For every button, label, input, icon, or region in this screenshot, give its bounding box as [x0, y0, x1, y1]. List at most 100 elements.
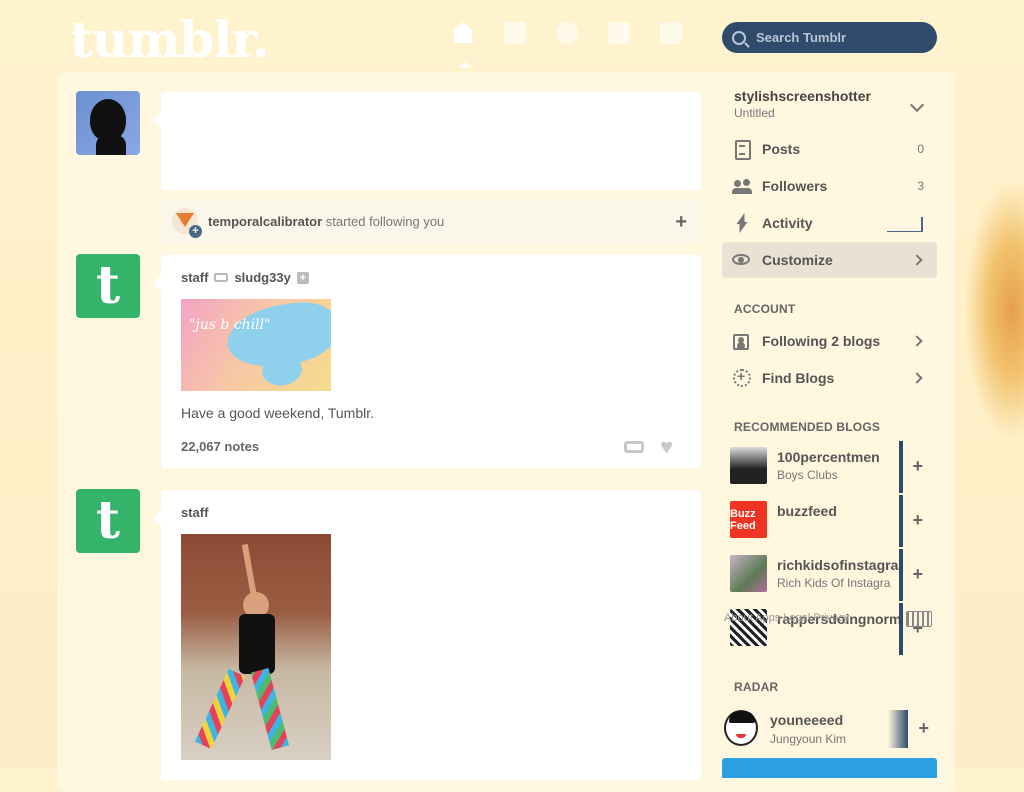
radar-blog-name: youneeeed: [770, 712, 844, 728]
radar-blog-title: Jungyoun Kim: [770, 732, 847, 746]
row-divider: [899, 441, 903, 493]
account-icon[interactable]: [660, 22, 682, 44]
followers-count: 3: [917, 179, 924, 193]
posts-icon: [732, 139, 752, 160]
reblogged-from[interactable]: sludg33y: [234, 270, 290, 285]
lightning-icon: [732, 213, 752, 233]
staff-avatar[interactable]: t: [76, 254, 140, 318]
activity-sparkline: [887, 215, 923, 232]
staff-avatar[interactable]: t: [76, 489, 140, 553]
blog-subtitle: Untitled: [734, 106, 775, 120]
blog-name: stylishscreenshotter: [734, 88, 871, 104]
user-avatar[interactable]: [76, 91, 140, 155]
follower-avatar[interactable]: [172, 208, 202, 238]
blog-avatar: [730, 447, 767, 484]
background-decoration: [964, 180, 1024, 440]
post-notes[interactable]: 22,067 notes: [181, 439, 259, 454]
post-author[interactable]: staff: [181, 270, 208, 285]
blog-name: buzzfeed: [777, 503, 837, 519]
follow-text: temporalcalibrator started following you: [208, 214, 444, 229]
home-icon[interactable]: [452, 22, 474, 44]
blog-title: Boys Clubs: [777, 468, 838, 482]
recommended-blog[interactable]: Buzz Feed buzzfeed +: [722, 495, 937, 547]
search-icon: [732, 30, 746, 45]
activity-icon[interactable]: [608, 22, 630, 44]
sidebar-item-label: Activity: [762, 215, 813, 231]
blog-name: 100percentmen: [777, 449, 880, 465]
sidebar-item-label: Customize: [762, 252, 833, 268]
row-divider: [899, 603, 903, 655]
keyboard-icon[interactable]: [906, 611, 932, 627]
follow-blog-button[interactable]: +: [912, 510, 923, 531]
sidebar-item-posts[interactable]: Posts 0: [722, 131, 937, 167]
post: staff: [153, 490, 701, 780]
image-caption-text: "jus b chill": [189, 317, 271, 333]
post-author[interactable]: staff: [181, 505, 208, 520]
radar-section-title: RADAR: [734, 680, 779, 694]
blog-title: Rich Kids Of Instagra: [777, 576, 891, 590]
photo-detail: [239, 614, 275, 674]
recommended-blog[interactable]: 100percentmen Boys Clubs +: [722, 441, 937, 493]
account-section-title: ACCOUNT: [734, 302, 796, 316]
tumblr-logo[interactable]: tumblr.: [70, 10, 269, 69]
follow-blog-button[interactable]: +: [912, 456, 923, 477]
sidebar-item-label: Posts: [762, 141, 801, 157]
sidebar-item-activity[interactable]: Activity: [722, 205, 937, 241]
blog-avatar: [730, 555, 767, 592]
explore-icon[interactable]: [556, 22, 578, 44]
sidebar-item-following[interactable]: Following 2 blogs: [722, 323, 937, 359]
footer-links[interactable]: About Apps Legal Privacy: [724, 612, 849, 624]
find-blogs-icon: [732, 368, 752, 388]
inbox-icon[interactable]: [504, 22, 526, 44]
nav-active-caret: [459, 62, 471, 68]
row-divider: [899, 495, 903, 547]
post-caption: Have a good weekend, Tumblr.: [181, 405, 375, 421]
posts-count: 0: [917, 142, 924, 156]
sidebar-item-label: Followers: [762, 178, 828, 194]
recommended-blog[interactable]: richkidsofinstagra Rich Kids Of Instagra…: [722, 549, 937, 601]
sidebar-item-customize[interactable]: Customize: [722, 242, 937, 278]
reblog-button[interactable]: [624, 437, 644, 457]
post-photo[interactable]: [181, 534, 331, 760]
blog-avatar: Buzz Feed: [730, 501, 767, 538]
sidebar-item-followers[interactable]: Followers 3: [722, 168, 937, 204]
chevron-right-icon: [911, 335, 923, 347]
radar-avatar: [724, 710, 758, 746]
radar-blog[interactable]: youneeeed Jungyoun Kim +: [722, 706, 937, 756]
post-header: staff sludg33y +: [181, 270, 309, 285]
sidebar-item-find-blogs[interactable]: Find Blogs: [722, 360, 937, 396]
follow-blog-button[interactable]: +: [912, 564, 923, 585]
follow-notification: temporalcalibrator started following you…: [161, 200, 701, 242]
follow-button[interactable]: +: [296, 271, 309, 284]
sidebar-item-label: Find Blogs: [762, 370, 835, 386]
radar-fade: [888, 710, 908, 748]
post-image[interactable]: "jus b chill": [181, 299, 331, 391]
row-divider: [899, 549, 903, 601]
chevron-right-icon: [911, 254, 923, 266]
like-button[interactable]: ♥: [660, 436, 682, 458]
sidebar-item-label: Following 2 blogs: [762, 333, 881, 349]
dolphin-illustration: [223, 299, 331, 373]
eye-icon: [732, 250, 752, 270]
chevron-right-icon: [911, 372, 923, 384]
photo-detail: [194, 668, 246, 750]
post: staff sludg33y + "jus b chill" Have a go…: [153, 255, 701, 468]
search-input[interactable]: [754, 29, 928, 46]
follow-blog-button[interactable]: +: [918, 718, 929, 739]
post-composer[interactable]: [153, 92, 701, 190]
blog-name: richkidsofinstagra: [777, 557, 899, 573]
search-bar[interactable]: [722, 22, 937, 53]
top-nav: [452, 22, 682, 44]
blog-switcher[interactable]: stylishscreenshotter Untitled: [734, 88, 871, 120]
follower-name[interactable]: temporalcalibrator: [208, 214, 322, 229]
follow-back-button[interactable]: +: [675, 211, 687, 234]
reblog-icon: [214, 273, 229, 282]
followers-icon: [732, 176, 752, 196]
following-icon: [732, 331, 752, 351]
post-header: staff: [181, 505, 208, 520]
photo-detail: [250, 668, 290, 750]
recommended-blog[interactable]: rappersdoingnorm +: [722, 603, 937, 655]
recommended-section-title: RECOMMENDED BLOGS: [734, 420, 881, 434]
radar-action-button[interactable]: [722, 758, 937, 778]
follow-message: started following you: [322, 213, 445, 229]
